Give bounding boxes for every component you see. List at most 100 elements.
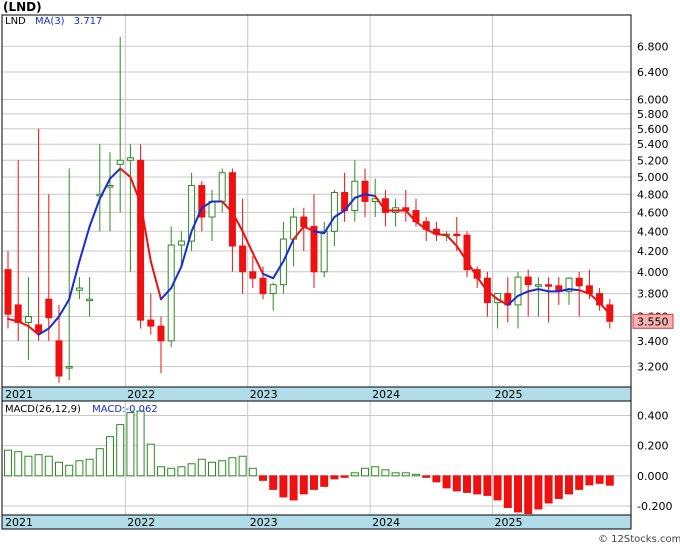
macd-bar-positive [350,472,359,477]
candle-down [575,277,583,287]
macd-bar-positive [34,454,43,477]
candle-up [534,284,542,287]
macd-bar-negative [514,475,522,513]
macd-bar-positive [197,458,206,477]
macd-bar-negative [605,475,614,486]
macd-bar-positive [75,460,84,477]
price-tick-label: 4.400 [637,225,669,238]
candle-up [86,298,94,302]
year-label: 2025 [495,388,523,401]
macd-bar-positive [381,469,390,477]
candle-up [75,287,83,291]
macd-tick-label: 0.200 [637,440,669,453]
year-label: 2021 [5,516,33,529]
ma-segment [435,233,448,237]
macd-bar-negative [340,475,349,478]
macd-bar-negative [544,475,553,504]
macd-bar-negative [524,475,533,514]
macd-label: MACD(26,12,9) [5,404,81,415]
macd-bar-negative [463,475,471,493]
ma-segment [568,288,581,292]
chart-title: (LND) [3,0,42,14]
macd-bar-negative [259,475,267,481]
candle-down [35,324,43,333]
macd-bar-positive [187,463,196,477]
candle-down [157,325,165,342]
candle-down [45,298,53,319]
price-tick-label: 6.800 [637,40,669,53]
macd-bar-positive [238,455,247,477]
macd-bar-positive [116,424,125,477]
year-label: 2024 [372,388,400,401]
macd-bar-negative [269,475,278,490]
candle-up [167,244,175,342]
candle-up [65,366,73,369]
candle-down [55,340,63,377]
macd-bar-negative [585,475,594,486]
macd-bar-negative [452,475,461,492]
ma-label: MA(3) [35,16,65,27]
year-label: 2024 [372,516,400,529]
candle-up [351,180,359,212]
macd-bar-positive [391,472,400,477]
candle-down [249,271,257,279]
macd-bar-negative [330,475,339,480]
macd-value: MACD:-0.062 [92,404,158,415]
macd-bar-negative [575,475,584,490]
year-label: 2023 [250,516,278,529]
candle-up [177,240,185,246]
macd-bar-positive [95,448,104,477]
macd-bar-positive [14,451,23,477]
macd-bar-positive [412,473,420,477]
macd-bar-negative [565,475,573,495]
price-tick-label: 4.000 [637,266,669,279]
macd-bar-positive [208,461,216,477]
year-label: 2022 [127,388,155,401]
macd-bar-positive [106,436,114,477]
year-label: 2021 [5,388,33,401]
candle-down [300,216,308,227]
macd-bar-negative [534,475,543,510]
macd-bar-positive [248,467,257,477]
candle-down [239,245,247,273]
price-tick-label: 3.400 [637,335,669,348]
macd-bar-positive [136,410,145,477]
candle-down [361,180,369,202]
price-tick-label: 4.600 [637,206,669,219]
candle-down [310,225,318,273]
chart-canvas: 6.800 6.400 6.000 5.800 5.600 5.400 5.200 5.000… [0,0,680,546]
macd-bar-positive [24,455,33,477]
macd-bar-negative [554,475,563,499]
candle-up [269,284,277,295]
macd-legend: MACD(26,12,9) MACD:-0.062 [5,404,158,415]
macd-bar-negative [310,475,318,490]
macd-bar-positive [361,467,369,477]
candle-up [126,157,134,161]
macd-bar-negative [299,475,308,495]
price-tick-label: 5.400 [637,138,669,151]
candle-up [116,159,124,165]
price-tick-label: 5.600 [637,123,669,136]
macd-bar-negative [503,475,512,508]
watermark: © 12Stocks.com [598,534,680,545]
price-tick-label: 3.800 [637,288,669,301]
macd-bar-positive [55,461,63,477]
price-legend: LND MA(3) 3.717 [5,16,102,27]
candle-down [137,159,145,321]
macd-bar-negative [595,475,604,484]
candle-down [453,233,461,237]
price-x-axis-band [1,386,632,402]
last-price-marker: 3.550 [632,313,674,329]
candle-up [106,185,114,188]
macd-bar-positive [146,443,155,477]
candle-up [330,192,338,232]
candle-up [320,230,328,273]
year-label: 2023 [250,388,278,401]
price-tick-label: 3.200 [637,361,669,374]
symbol-label: LND [5,16,26,27]
macd-bar-negative [473,475,482,495]
price-tick-label: 6.400 [637,66,669,79]
price-tick-label: 6.000 [637,93,669,106]
stock-chart: 6.800 6.400 6.000 5.800 5.600 5.400 5.200 5.000… [0,0,680,546]
candle-up [514,276,522,306]
